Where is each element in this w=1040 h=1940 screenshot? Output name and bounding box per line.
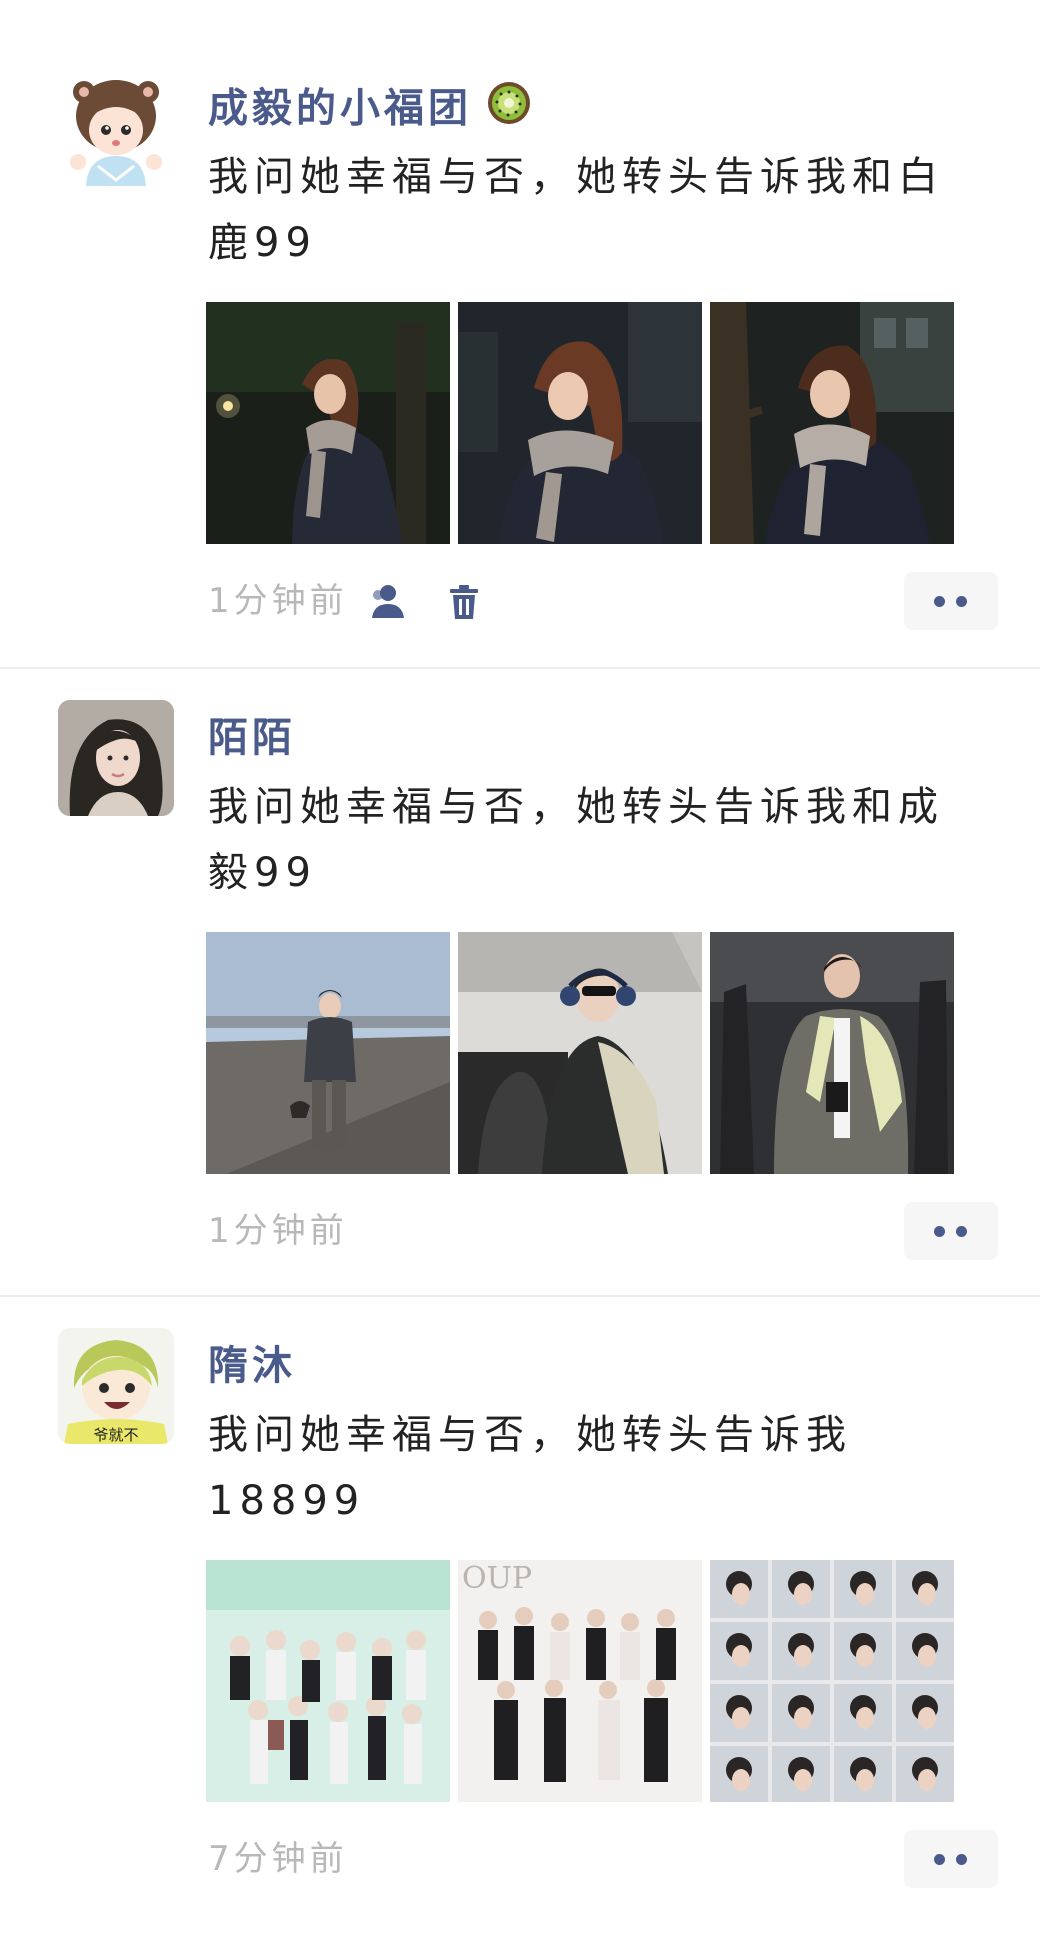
photo-thumbnail[interactable]: OUP xyxy=(458,1560,702,1802)
username-text: 陌陌 xyxy=(208,715,296,761)
photo-thumbnail[interactable] xyxy=(458,932,702,1174)
username-text: 成毅的小福团 xyxy=(208,85,472,132)
photo-thumbnail[interactable] xyxy=(710,302,954,544)
avatar[interactable] xyxy=(58,700,174,816)
trash-icon[interactable] xyxy=(442,580,486,624)
more-dots-icon xyxy=(934,1226,945,1237)
divider xyxy=(0,667,1040,669)
username-text: 隋沐 xyxy=(208,1343,296,1389)
username[interactable]: 隋沐 xyxy=(208,1338,296,1394)
divider xyxy=(0,1295,1040,1297)
background-text: OUP xyxy=(462,1561,532,1596)
more-dots-icon xyxy=(956,1226,967,1237)
post-footer: 1分钟前 xyxy=(208,572,998,632)
post-3: 爷就不 隋沐 我问她幸福与否，她转头告诉我 18899 OUP 7分钟前 xyxy=(0,1310,1040,1940)
post-footer: 1分钟前 xyxy=(208,1202,998,1262)
avatar[interactable] xyxy=(58,70,174,186)
moments-feed: 成毅的小福团 我问她幸福与否，她转头告诉我和白鹿99 1分钟前 陌陌 我问她幸福… xyxy=(0,0,1040,1920)
contacts-icon[interactable] xyxy=(366,580,410,624)
post-text: 我问她幸福与否，她转头告诉我和成毅99 xyxy=(208,784,944,896)
more-options-button[interactable] xyxy=(904,1202,998,1260)
photo-thumbnail[interactable] xyxy=(206,302,450,544)
timestamp: 1分钟前 xyxy=(208,1211,348,1251)
photo-thumbnail[interactable] xyxy=(206,1560,450,1802)
image-grid xyxy=(206,932,956,1174)
photo-thumbnail[interactable] xyxy=(710,932,954,1174)
avatar-caption: 爷就不 xyxy=(93,1426,138,1444)
username[interactable]: 成毅的小福团 xyxy=(208,80,532,141)
more-dots-icon xyxy=(956,596,967,607)
timestamp: 7分钟前 xyxy=(208,1839,348,1879)
more-dots-icon xyxy=(934,596,945,607)
more-dots-icon xyxy=(934,1854,945,1865)
image-grid: OUP xyxy=(206,1560,956,1802)
more-options-button[interactable] xyxy=(904,572,998,630)
image-grid xyxy=(206,302,956,544)
post-2: 陌陌 我问她幸福与否，她转头告诉我和成毅99 1分钟前 xyxy=(0,682,1040,1312)
avatar[interactable]: 爷就不 xyxy=(58,1328,174,1444)
username[interactable]: 陌陌 xyxy=(208,710,296,766)
more-dots-icon xyxy=(956,1854,967,1865)
photo-thumbnail[interactable] xyxy=(206,932,450,1174)
kiwi-icon xyxy=(486,80,532,141)
photo-thumbnail[interactable] xyxy=(710,1560,954,1802)
photo-thumbnail[interactable] xyxy=(458,302,702,544)
more-options-button[interactable] xyxy=(904,1830,998,1888)
post-1: 成毅的小福团 我问她幸福与否，她转头告诉我和白鹿99 1分钟前 xyxy=(0,52,1040,682)
post-footer: 7分钟前 xyxy=(208,1830,998,1890)
timestamp: 1分钟前 xyxy=(208,581,348,621)
post-text: 我问她幸福与否，她转头告诉我 18899 xyxy=(208,1412,852,1524)
post-text: 我问她幸福与否，她转头告诉我和白鹿99 xyxy=(208,154,944,266)
